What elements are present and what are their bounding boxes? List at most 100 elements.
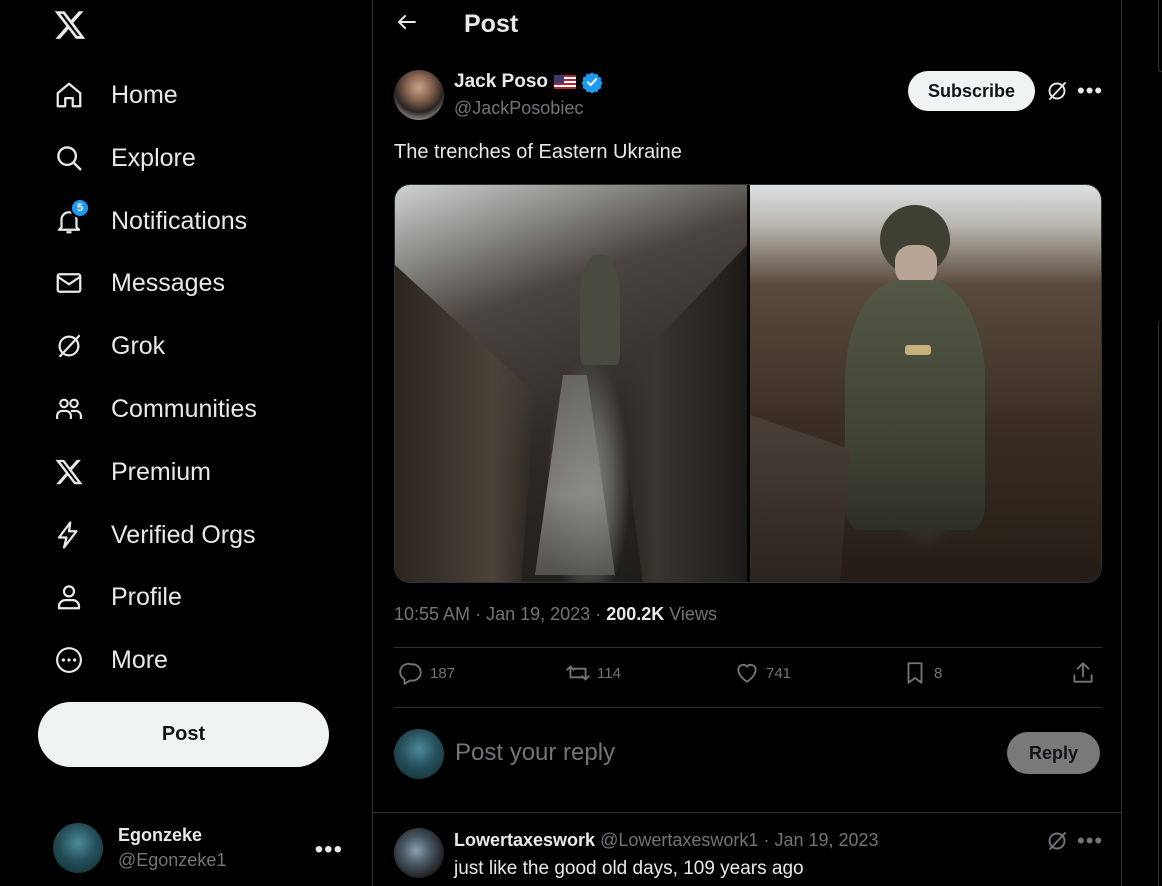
- nav-label-communities: Communities: [111, 394, 257, 423]
- more-circle-icon: [52, 643, 86, 677]
- header: Post: [373, 0, 1121, 50]
- more-icon[interactable]: •••: [315, 836, 343, 864]
- more-icon[interactable]: •••: [1077, 828, 1103, 854]
- avatar: [394, 729, 444, 779]
- avatar: [53, 823, 103, 873]
- trench-photo-left[interactable]: [395, 185, 747, 582]
- tweet-date[interactable]: Jan 19, 2023: [486, 604, 590, 624]
- nav-label-explore: Explore: [111, 143, 196, 172]
- food-can: [905, 345, 931, 355]
- nav-label-premium: Premium: [111, 457, 212, 486]
- tweet-meta: 10:55 AM · Jan 19, 2023 · 200.2K Views: [394, 604, 717, 624]
- share-icon: [1073, 662, 1093, 683]
- us-flag-icon: [554, 75, 576, 89]
- share-action[interactable]: [1070, 660, 1102, 686]
- nav-messages[interactable]: Messages: [52, 261, 225, 305]
- sidebar: Home Explore 5 Notifications Messages Gr…: [0, 0, 372, 886]
- lightning-icon: [52, 518, 86, 552]
- reply-action[interactable]: 187: [398, 660, 455, 686]
- back-arrow-icon[interactable]: [395, 10, 421, 36]
- comment-avatar[interactable]: [394, 828, 444, 878]
- person-icon: [52, 580, 86, 614]
- grok-icon[interactable]: [1045, 829, 1069, 853]
- nav-label-grok: Grok: [111, 331, 166, 360]
- grok-icon[interactable]: [1045, 79, 1069, 103]
- post-button[interactable]: Post: [38, 702, 329, 767]
- reply-count: 187: [430, 664, 456, 682]
- comment-text: just like the good old days, 109 years a…: [454, 858, 804, 879]
- subscribe-button[interactable]: Subscribe: [908, 71, 1035, 111]
- search-card-edge: [1158, 0, 1162, 72]
- envelope-icon: [52, 266, 86, 300]
- nav-notifications[interactable]: 5 Notifications: [52, 198, 248, 243]
- reply-icon: [399, 662, 422, 685]
- nav-explore[interactable]: Explore: [52, 136, 196, 180]
- x-logo-icon[interactable]: [53, 8, 87, 42]
- account-switcher[interactable]: Egonzeke @Egonzeke1 •••: [53, 822, 353, 874]
- nav-label-home: Home: [111, 80, 178, 109]
- account-name: Egonzeke: [118, 825, 203, 845]
- soldier-face: [895, 245, 937, 285]
- account-handle: @Egonzeke1: [118, 850, 227, 870]
- bookmark-action[interactable]: 8: [902, 660, 942, 686]
- trench-debris: [750, 415, 850, 582]
- more-icon[interactable]: •••: [1077, 78, 1103, 104]
- nav-more[interactable]: More: [52, 638, 168, 682]
- bookmark-icon: [907, 662, 923, 684]
- separator: ·: [763, 830, 770, 850]
- nav-grok[interactable]: Grok: [52, 324, 165, 368]
- search-icon: [52, 141, 86, 175]
- comment-author-name[interactable]: Lowertaxeswork: [454, 830, 595, 850]
- tweet-actions: 187 114 741 8: [394, 660, 1102, 696]
- repost-action[interactable]: 114: [565, 660, 621, 686]
- author-name-row[interactable]: Jack Poso: [454, 71, 603, 93]
- tweet-time[interactable]: 10:55 AM: [394, 604, 470, 624]
- nav-premium[interactable]: Premium: [52, 450, 211, 494]
- nav-label-notifications: Notifications: [111, 206, 248, 235]
- trench-photo-right[interactable]: [750, 185, 1101, 582]
- comment-author-handle[interactable]: @Lowertaxeswork1: [600, 830, 758, 850]
- nav-label-more: More: [111, 645, 168, 674]
- verified-badge-icon: [581, 72, 603, 93]
- repost-icon: [566, 665, 590, 681]
- nav-communities[interactable]: Communities: [52, 387, 257, 431]
- communities-icon: [52, 392, 86, 426]
- nav-label-messages: Messages: [111, 268, 225, 297]
- views-label: Views: [669, 604, 717, 624]
- comment-header: Lowertaxeswork @Lowertaxeswork1 · Jan 19…: [454, 830, 879, 851]
- bookmark-count: 8: [934, 664, 943, 682]
- heart-icon: [737, 664, 757, 683]
- divider: [394, 647, 1102, 648]
- like-action[interactable]: 741: [734, 660, 791, 686]
- views-count: 200.2K: [606, 604, 665, 624]
- author-handle[interactable]: @JackPosobiec: [454, 98, 583, 119]
- right-column-edge: [1158, 0, 1162, 886]
- home-icon: [52, 78, 86, 112]
- app: Home Explore 5 Notifications Messages Gr…: [0, 0, 1162, 886]
- divider: [394, 707, 1102, 708]
- nav-home[interactable]: Home: [52, 73, 178, 117]
- comment-date[interactable]: Jan 19, 2023: [774, 830, 878, 850]
- tweet-media[interactable]: [394, 184, 1102, 583]
- muddy-water: [535, 375, 615, 575]
- trench-wall-right: [617, 245, 747, 582]
- nav-verified-orgs[interactable]: Verified Orgs: [52, 513, 256, 557]
- tweet-text: The trenches of Eastern Ukraine: [394, 141, 682, 163]
- like-count: 741: [766, 664, 792, 682]
- trends-card-edge: [1158, 320, 1162, 886]
- bell-icon: 5: [52, 198, 90, 238]
- soldier-figure: [580, 255, 620, 365]
- nav-label-profile: Profile: [111, 582, 182, 611]
- nav-profile[interactable]: Profile: [52, 575, 182, 619]
- trench-wall-left: [395, 265, 535, 582]
- repost-count: 114: [597, 664, 621, 682]
- soldier-figure: [845, 280, 985, 530]
- author-name: Jack Poso: [454, 71, 548, 92]
- nav-label-verified-orgs: Verified Orgs: [111, 520, 256, 549]
- main-column: Post Jack Poso @JackPosobiec Subscribe •…: [372, 0, 1122, 886]
- divider: [373, 812, 1121, 813]
- grok-icon: [52, 329, 86, 363]
- author-avatar[interactable]: [394, 70, 444, 120]
- reply-button[interactable]: Reply: [1007, 732, 1100, 774]
- reply-input[interactable]: [455, 736, 955, 770]
